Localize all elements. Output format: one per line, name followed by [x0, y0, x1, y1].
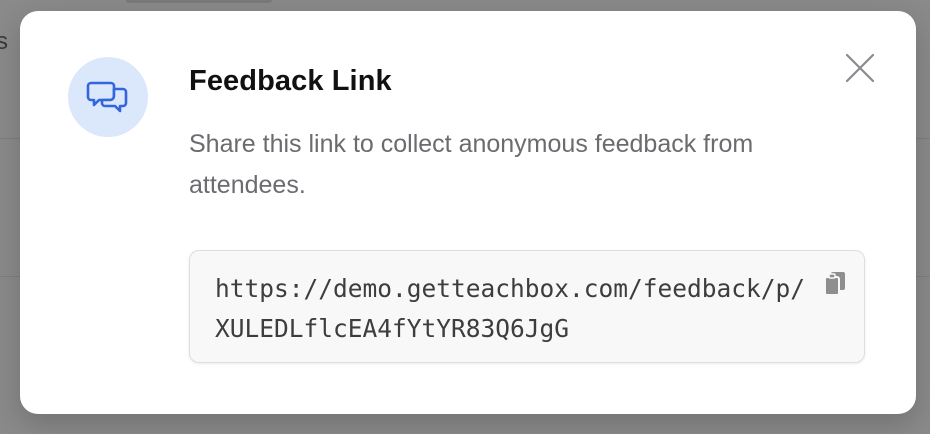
feedback-icon-badge	[68, 57, 148, 137]
copy-icon	[824, 272, 845, 296]
feedback-link-dialog: Feedback Link Share this link to collect…	[20, 11, 916, 414]
dialog-description: Share this link to collect anonymous fee…	[189, 130, 754, 199]
close-icon	[845, 53, 875, 83]
background-divider	[0, 138, 20, 139]
background-text: s	[0, 28, 8, 55]
copy-link-button[interactable]	[819, 268, 851, 300]
background-divider	[0, 276, 20, 277]
feedback-link-url[interactable]: https://demo.getteachbox.com/feedback/p/…	[215, 269, 807, 349]
close-button[interactable]	[840, 48, 880, 88]
background-divider	[916, 138, 930, 139]
background-divider	[916, 276, 930, 277]
chat-bubbles-icon	[86, 81, 128, 113]
background-tab	[126, 0, 272, 3]
feedback-link-field[interactable]: https://demo.getteachbox.com/feedback/p/…	[189, 250, 865, 363]
dialog-title: Feedback Link	[189, 65, 392, 97]
